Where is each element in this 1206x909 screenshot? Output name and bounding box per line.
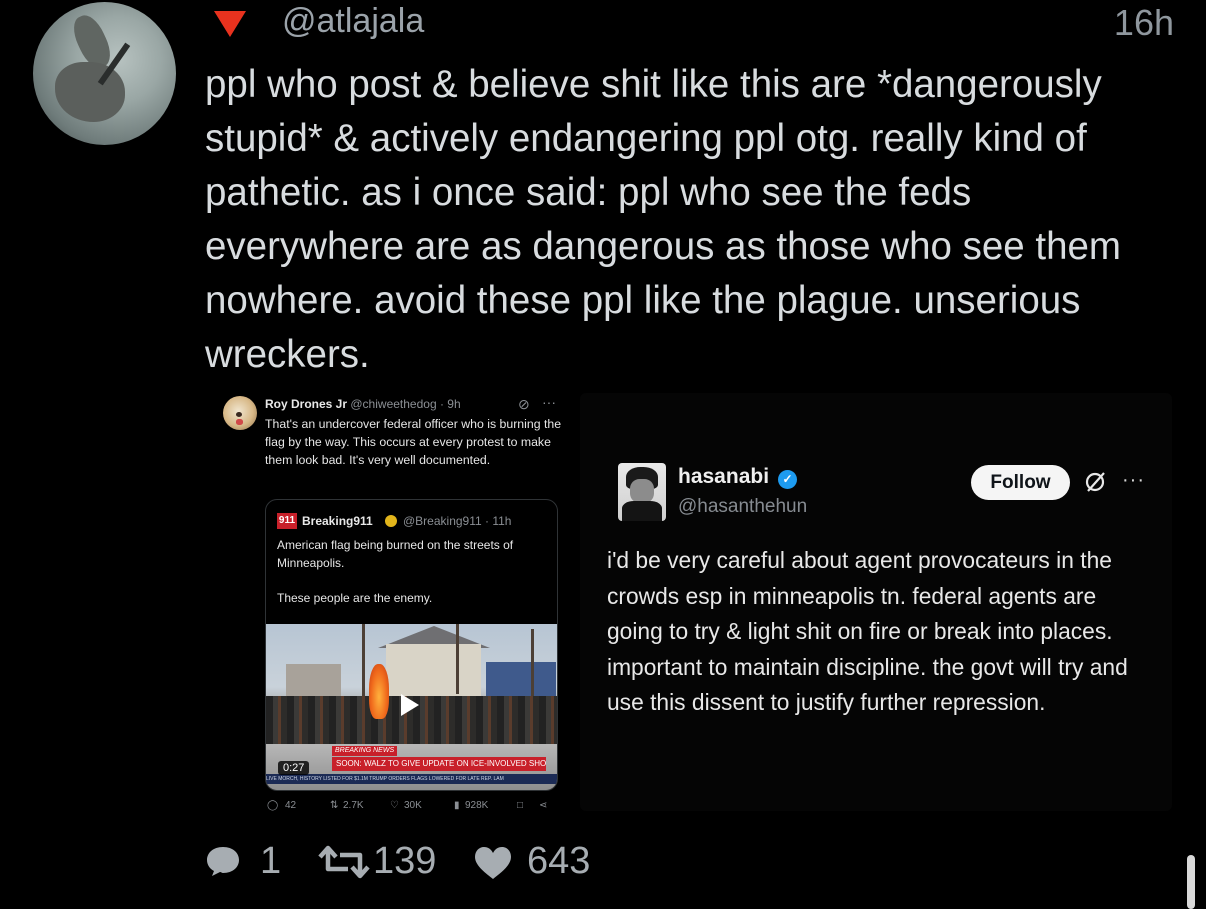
grok-icon (1085, 472, 1105, 492)
reply-icon: ◯ (267, 800, 279, 811)
news-ticker-sub: LIVE MORCH, HISTORY LISTED FOR $1.1M TRU… (266, 774, 557, 784)
quoted-text-secondary: These people are the enemy. (277, 591, 433, 605)
like-count: 643 (527, 840, 591, 882)
embedded-screenshot-left[interactable]: Roy Drones Jr @chiweethedog · 9h ⊘ ··· T… (215, 388, 575, 828)
reply-count: 42 (285, 800, 297, 811)
bookmark-icon: □ (517, 800, 524, 811)
downvote-triangle-icon (214, 11, 246, 37)
post-text: ppl who post & believe shit like this ar… (205, 63, 1121, 376)
repost-count: 139 (373, 840, 437, 882)
repost-icon: ⇅ (330, 800, 339, 811)
embedded-author-handle: @hasanthehun (678, 496, 808, 517)
breaking911-logo: 911 (277, 513, 297, 529)
play-icon (401, 694, 419, 716)
author-handle[interactable]: @atlajala (282, 2, 424, 41)
quoted-author-name: Breaking911 (302, 514, 373, 528)
reply-icon[interactable] (205, 845, 241, 877)
quoted-text: American flag being burned on the street… (277, 538, 514, 570)
news-ticker: SOON: WALZ TO GIVE UPDATE ON ICE-INVOLVE… (332, 757, 546, 771)
heart-icon[interactable] (473, 846, 513, 880)
follow-button: Follow (971, 465, 1070, 500)
quoted-tweet: 911 Breaking911 @Breaking911 · 11h Ameri… (265, 499, 558, 791)
share-icon: ⋖ (539, 800, 548, 811)
avatar (618, 463, 666, 521)
quoted-author-meta: @Breaking911 · 11h (403, 514, 512, 528)
embedded-screenshot-right[interactable]: hasanabi ✓ @hasanthehun Follow ··· i'd b… (580, 393, 1172, 811)
fire (369, 664, 389, 719)
embedded-author-name: hasanabi (678, 465, 770, 488)
breaking-news-label: BREAKING NEWS (332, 746, 398, 756)
like-count: 30K (404, 800, 422, 811)
post-timestamp: 16h (1113, 2, 1174, 43)
video-thumbnail: BREAKING NEWS SOON: WALZ TO GIVE UPDATE … (266, 624, 557, 790)
grok-icon: ⊘ (518, 396, 530, 412)
views-count: 928K (465, 800, 489, 811)
avatar (223, 396, 257, 430)
more-icon: ··· (1122, 469, 1145, 491)
embedded-text: That's an undercover federal officer who… (265, 417, 562, 467)
scrollbar[interactable] (1187, 855, 1195, 909)
reply-count: 1 (260, 840, 282, 882)
embedded-text: i'd be very careful about agent provocat… (607, 547, 1128, 715)
verified-badge-icon (385, 515, 397, 527)
embedded-author-name: Roy Drones Jr (265, 397, 348, 411)
like-icon: ♡ (390, 800, 399, 811)
repost-icon[interactable] (316, 845, 372, 879)
embedded-author: Roy Drones Jr @chiweethedog · 9h (265, 397, 461, 411)
author-avatar[interactable] (33, 2, 176, 145)
views-icon: ▮ (454, 800, 460, 811)
verified-badge-icon: ✓ (778, 470, 797, 489)
post-body: ppl who post & believe shit like this ar… (205, 58, 1180, 382)
embedded-author-meta: @chiweethedog · 9h (350, 397, 461, 411)
repost-count: 2.7K (343, 800, 364, 811)
more-icon: ··· (542, 394, 556, 410)
video-duration: 0:27 (278, 761, 310, 775)
